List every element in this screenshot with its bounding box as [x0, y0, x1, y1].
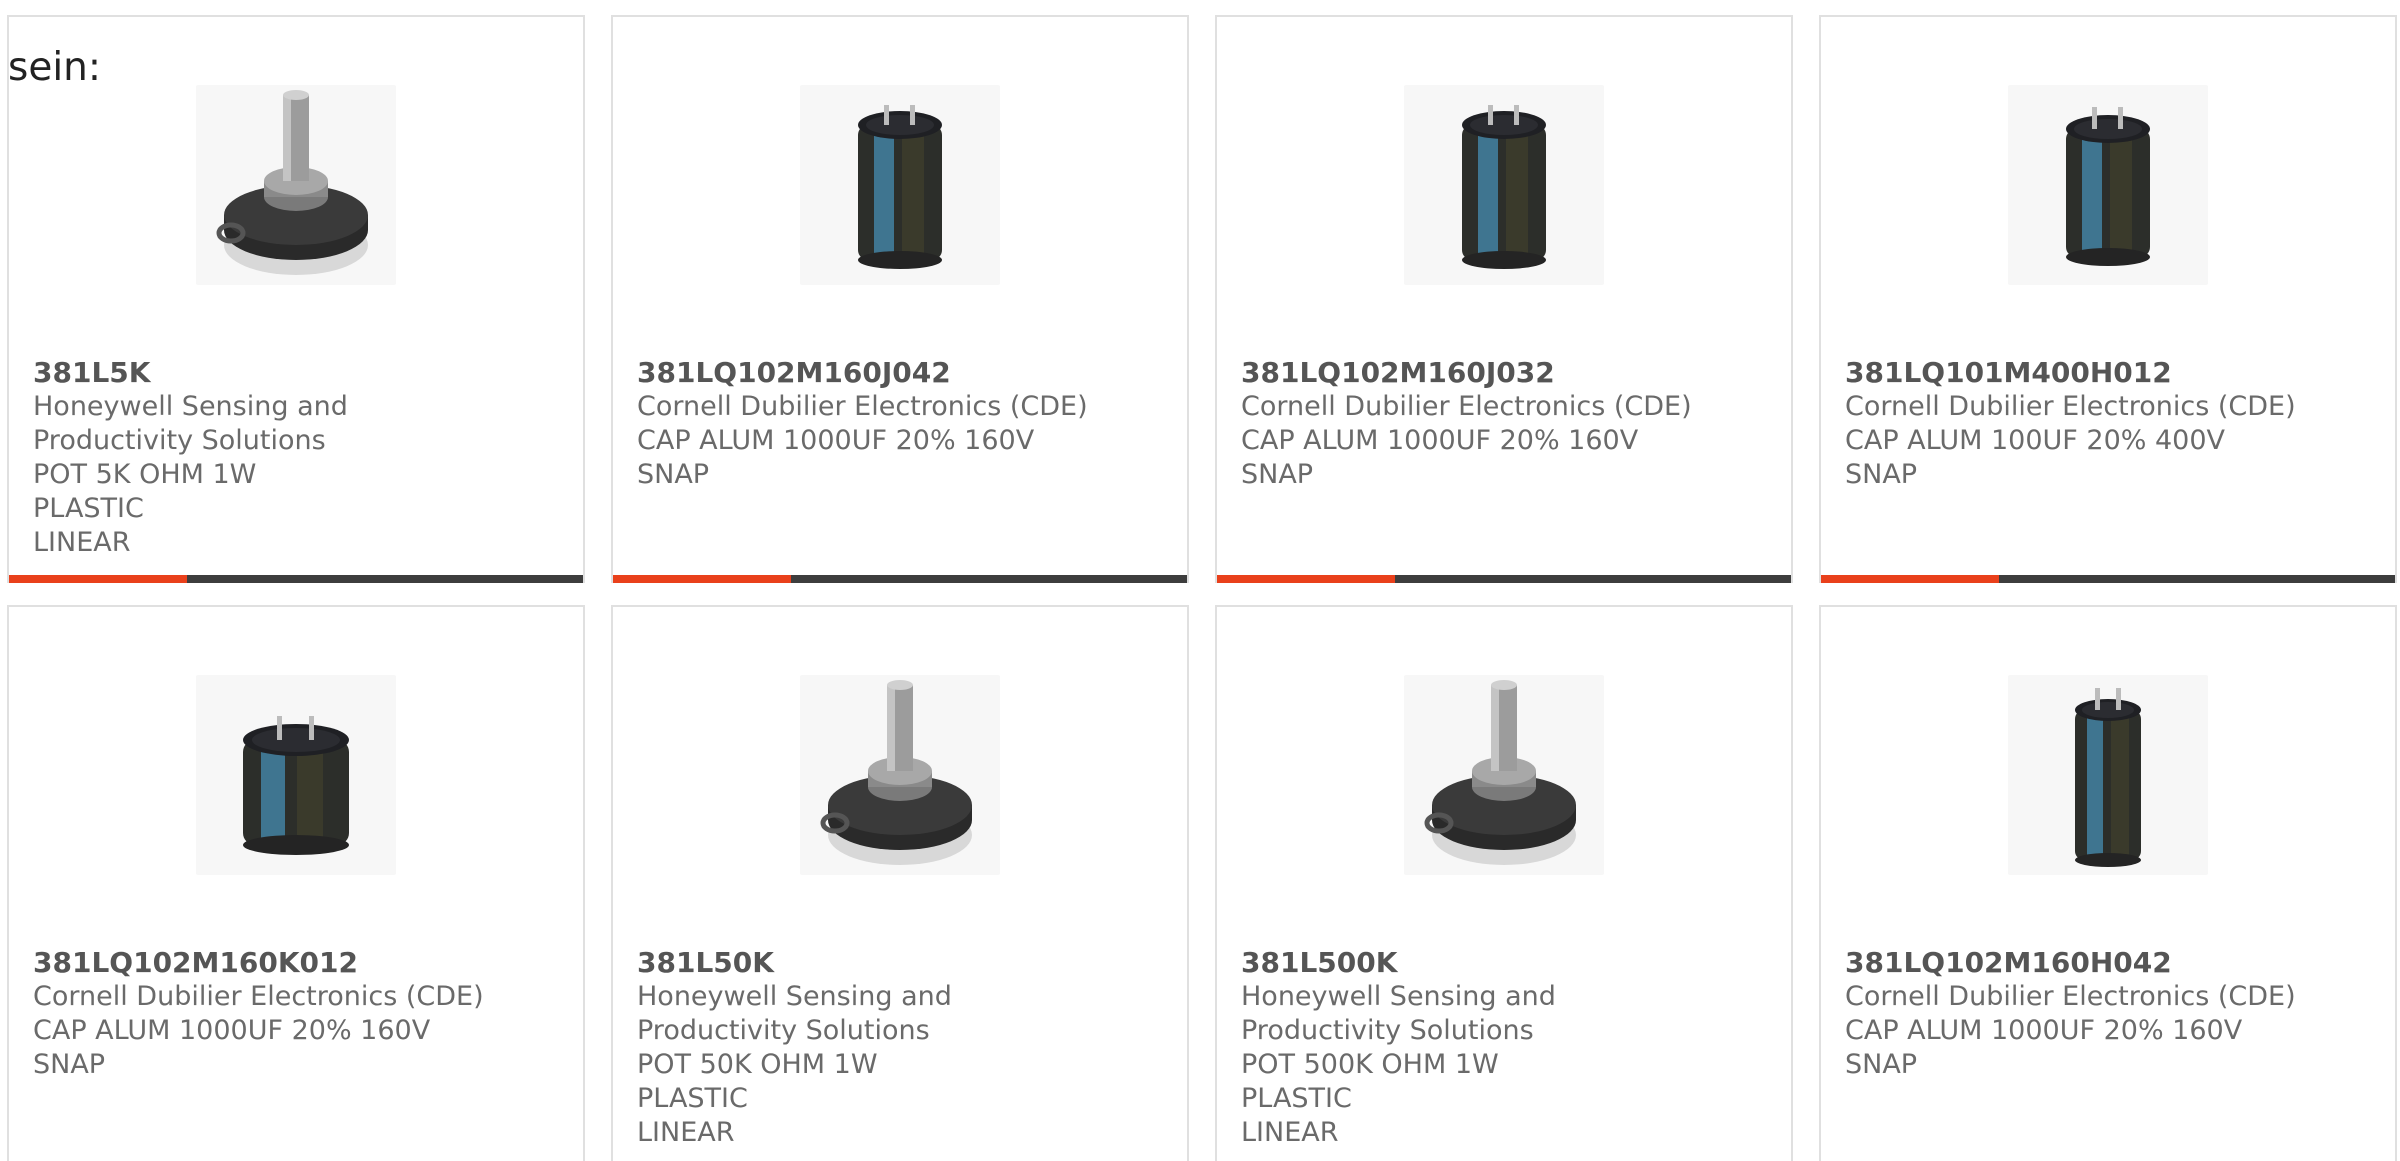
- capacitor-tall-icon: [2066, 107, 2150, 266]
- potentiometer-icon: [820, 680, 972, 865]
- manufacturer: Honeywell Sensing and Productivity Soluti…: [33, 391, 348, 456]
- product-card[interactable]: 381L50K Honeywell Sensing and Productivit…: [611, 605, 1189, 1161]
- capacitor-short-icon: [243, 716, 349, 855]
- product-image: [196, 85, 396, 285]
- product-card[interactable]: 381LQ102M160H042 Cornell Dubilier Electr…: [1819, 605, 2397, 1161]
- product-card[interactable]: 381L5K Honeywell Sensing and Productivity…: [7, 15, 585, 583]
- part-number: 381LQ101M400H012: [1845, 356, 2172, 389]
- description: CAP ALUM 1000UF 20% 160V SNAP: [33, 1015, 431, 1080]
- progress-bar-fill: [9, 575, 187, 583]
- product-info: 381LQ102M160J042 Cornell Dubilier Electr…: [637, 356, 1157, 492]
- part-number: 381L50K: [637, 946, 774, 979]
- progress-bar-fill: [1821, 575, 1999, 583]
- manufacturer: Honeywell Sensing and Productivity Soluti…: [637, 981, 952, 1046]
- product-card[interactable]: 381L500K Honeywell Sensing and Productivi…: [1215, 605, 1793, 1161]
- product-info: 381L5K Honeywell Sensing and Productivity…: [33, 356, 553, 560]
- part-number: 381LQ102M160J042: [637, 356, 951, 389]
- part-number: 381L500K: [1241, 946, 1398, 979]
- product-image: [800, 675, 1000, 875]
- product-info: 381L500K Honeywell Sensing and Productivi…: [1241, 946, 1761, 1150]
- manufacturer: Honeywell Sensing and Productivity Soluti…: [1241, 981, 1556, 1046]
- product-info: 381L50K Honeywell Sensing and Productivit…: [637, 946, 1157, 1150]
- progress-bar: [1821, 575, 2395, 583]
- description: POT 50K OHM 1W PLASTIC LINEAR: [637, 1049, 878, 1148]
- progress-bar: [613, 575, 1187, 583]
- description: CAP ALUM 1000UF 20% 160V SNAP: [1845, 1015, 2243, 1080]
- capacitor-slim-icon: [2075, 688, 2141, 867]
- product-card[interactable]: 381LQ102M160K012 Cornell Dubilier Electr…: [7, 605, 585, 1161]
- description: CAP ALUM 1000UF 20% 160V SNAP: [637, 425, 1035, 490]
- product-page: sein: 381L5K Honeywell Sensing and Produ…: [0, 0, 2400, 1161]
- capacitor-tall-icon: [858, 105, 942, 269]
- product-info: 381LQ102M160K012 Cornell Dubilier Electr…: [33, 946, 553, 1082]
- product-image: [800, 85, 1000, 285]
- part-number: 381LQ102M160H042: [1845, 946, 2172, 979]
- part-number: 381LQ102M160J032: [1241, 356, 1555, 389]
- progress-bar-fill: [1217, 575, 1395, 583]
- product-info: 381LQ102M160J032 Cornell Dubilier Electr…: [1241, 356, 1761, 492]
- part-number: 381L5K: [33, 356, 151, 389]
- capacitor-tall-icon: [1462, 105, 1546, 269]
- description: POT 5K OHM 1W PLASTIC LINEAR: [33, 459, 257, 558]
- description: CAP ALUM 1000UF 20% 160V SNAP: [1241, 425, 1639, 490]
- progress-bar: [1217, 575, 1791, 583]
- manufacturer: Cornell Dubilier Electronics (CDE): [33, 981, 484, 1012]
- product-grid: 381L5K Honeywell Sensing and Productivity…: [7, 15, 2400, 1161]
- product-image: [196, 675, 396, 875]
- description: CAP ALUM 100UF 20% 400V SNAP: [1845, 425, 2226, 490]
- product-info: 381LQ101M400H012 Cornell Dubilier Electr…: [1845, 356, 2365, 492]
- potentiometer-icon: [1424, 680, 1576, 865]
- progress-bar: [9, 575, 583, 583]
- product-info: 381LQ102M160H042 Cornell Dubilier Electr…: [1845, 946, 2365, 1082]
- part-number: 381LQ102M160K012: [33, 946, 358, 979]
- manufacturer: Cornell Dubilier Electronics (CDE): [1845, 391, 2296, 422]
- product-card[interactable]: 381LQ102M160J032 Cornell Dubilier Electr…: [1215, 15, 1793, 583]
- progress-bar-fill: [613, 575, 791, 583]
- product-image: [1404, 675, 1604, 875]
- product-card[interactable]: 381LQ102M160J042 Cornell Dubilier Electr…: [611, 15, 1189, 583]
- intro-text: sein:: [8, 45, 102, 90]
- product-card[interactable]: 381LQ101M400H012 Cornell Dubilier Electr…: [1819, 15, 2397, 583]
- product-image: [1404, 85, 1604, 285]
- potentiometer-icon: [216, 90, 368, 275]
- manufacturer: Cornell Dubilier Electronics (CDE): [637, 391, 1088, 422]
- manufacturer: Cornell Dubilier Electronics (CDE): [1241, 391, 1692, 422]
- product-image: [2008, 675, 2208, 875]
- manufacturer: Cornell Dubilier Electronics (CDE): [1845, 981, 2296, 1012]
- description: POT 500K OHM 1W PLASTIC LINEAR: [1241, 1049, 1499, 1148]
- product-image: [2008, 85, 2208, 285]
